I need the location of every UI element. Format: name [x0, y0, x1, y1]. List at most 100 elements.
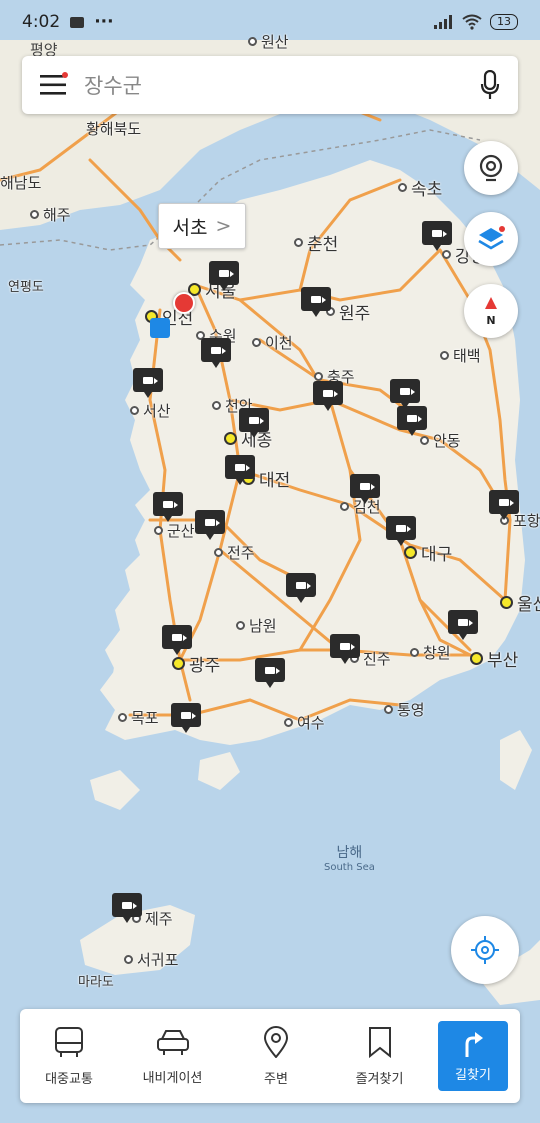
camera-icon [181, 711, 196, 719]
city-label: 원주 [326, 299, 370, 324]
cctv-marker[interactable] [489, 490, 519, 520]
island-label: 연평도 [8, 280, 44, 295]
city-label: 이천 [252, 332, 293, 353]
cctv-marker[interactable] [201, 338, 231, 368]
search-bar[interactable]: 장수군 [22, 56, 518, 114]
camera-icon [235, 463, 250, 471]
cctv-marker[interactable] [162, 625, 192, 655]
region-label: 황해북도 [86, 120, 142, 138]
city-label: 목포 [118, 707, 159, 728]
camera-icon [219, 269, 234, 277]
nav-item-label: 대중교통 [45, 1071, 93, 1087]
bottom-navigation: 대중교통 내비게이션 주변 즐겨찾기 길찾기 [20, 1009, 520, 1103]
tooltip-label: 서초 [172, 216, 208, 239]
camera-icon [360, 482, 375, 490]
city-label: 해주 [30, 204, 71, 225]
cctv-marker[interactable] [448, 610, 478, 640]
nav-item-navigation[interactable]: 내비게이션 [128, 1027, 218, 1086]
wifi-icon [462, 14, 482, 30]
cctv-marker[interactable] [153, 492, 183, 522]
nav-item-public-transit[interactable]: 대중교통 [24, 1026, 114, 1087]
status-time: 4:02 [22, 12, 61, 32]
cctv-marker[interactable] [171, 703, 201, 733]
camera-icon [211, 346, 226, 354]
city-label: 태백 [440, 345, 481, 366]
nav-item-favorites[interactable]: 즐겨찾기 [335, 1026, 425, 1087]
transit-marker-icon[interactable] [150, 318, 170, 338]
directions-button[interactable]: 길찾기 [438, 1021, 508, 1091]
city-label: 여수 [284, 712, 325, 733]
cctv-marker[interactable] [255, 658, 285, 688]
my-location-button[interactable] [451, 916, 519, 984]
camera-icon [265, 666, 280, 674]
directions-label: 길찾기 [455, 1067, 491, 1083]
sea-label: 남해 South Sea [324, 845, 375, 873]
island-label: 마라도 [78, 975, 114, 990]
compass-icon: N [485, 297, 497, 326]
city-label: 통영 [384, 699, 425, 720]
svg-text:N: N [486, 314, 495, 326]
chevron-right-icon: > [215, 215, 232, 237]
cctv-marker[interactable] [195, 510, 225, 540]
layers-button[interactable] [464, 212, 518, 266]
car-icon [156, 1029, 189, 1055]
battery-icon: 13 [490, 14, 518, 30]
city-label: 울산 [500, 590, 540, 615]
cctv-marker[interactable] [350, 474, 380, 504]
camera-icon [340, 642, 355, 650]
city-label: 부산 [470, 646, 518, 671]
menu-button[interactable] [22, 56, 84, 114]
cctv-marker[interactable] [286, 573, 316, 603]
compass-button[interactable]: N [464, 284, 518, 338]
cctv-marker[interactable] [390, 379, 420, 409]
cctv-marker[interactable] [112, 893, 142, 923]
city-label: 춘천 [294, 230, 338, 255]
cctv-marker[interactable] [397, 406, 427, 436]
city-label: 속초 [398, 175, 442, 200]
current-location-marker[interactable] [173, 292, 195, 314]
city-label: 군산 [154, 520, 195, 541]
notification-dot [62, 72, 68, 78]
camera-icon [172, 633, 187, 641]
camera-icon [400, 387, 415, 395]
bus-icon [55, 1026, 83, 1057]
camera-icon [458, 618, 473, 626]
cctv-marker[interactable] [330, 634, 360, 664]
cctv-marker[interactable] [313, 381, 343, 411]
nav-item-label: 내비게이션 [142, 1070, 203, 1086]
camera-icon [311, 295, 326, 303]
camera-icon [205, 518, 220, 526]
camera-icon [432, 229, 447, 237]
camera-icon [249, 416, 264, 424]
nav-item-label: 즐겨찾기 [355, 1071, 404, 1087]
cctv-toggle-button[interactable] [464, 141, 518, 195]
city-label: 대구 [404, 540, 452, 565]
cctv-marker[interactable] [133, 368, 163, 398]
city-label: 창원 [410, 642, 451, 663]
cctv-marker[interactable] [301, 287, 331, 317]
camera-icon [143, 376, 158, 384]
signal-icon [434, 15, 452, 29]
turn-arrow-icon [465, 1031, 483, 1057]
cctv-marker[interactable] [209, 261, 239, 291]
nav-item-nearby[interactable]: 주변 [231, 1025, 321, 1087]
voice-search-button[interactable] [462, 56, 518, 114]
camera-icon [396, 524, 411, 532]
location-pin-icon [263, 1025, 289, 1058]
cctv-marker[interactable] [386, 516, 416, 546]
camera-icon [122, 901, 137, 909]
city-label: 전주 [214, 542, 255, 563]
location-tooltip[interactable]: 서초 > [158, 203, 246, 249]
camera-icon [296, 581, 311, 589]
crosshair-icon [471, 936, 499, 964]
status-bar: 4:02 ··· 13 [0, 0, 540, 44]
cctv-marker[interactable] [239, 408, 269, 438]
city-label: 남원 [236, 615, 277, 636]
camera-icon [323, 389, 338, 397]
search-input[interactable]: 장수군 [84, 70, 462, 100]
cctv-marker[interactable] [225, 455, 255, 485]
layers-icon [478, 226, 505, 250]
bookmark-icon [368, 1026, 391, 1058]
camera-icon [407, 414, 422, 422]
cctv-marker[interactable] [422, 221, 452, 251]
